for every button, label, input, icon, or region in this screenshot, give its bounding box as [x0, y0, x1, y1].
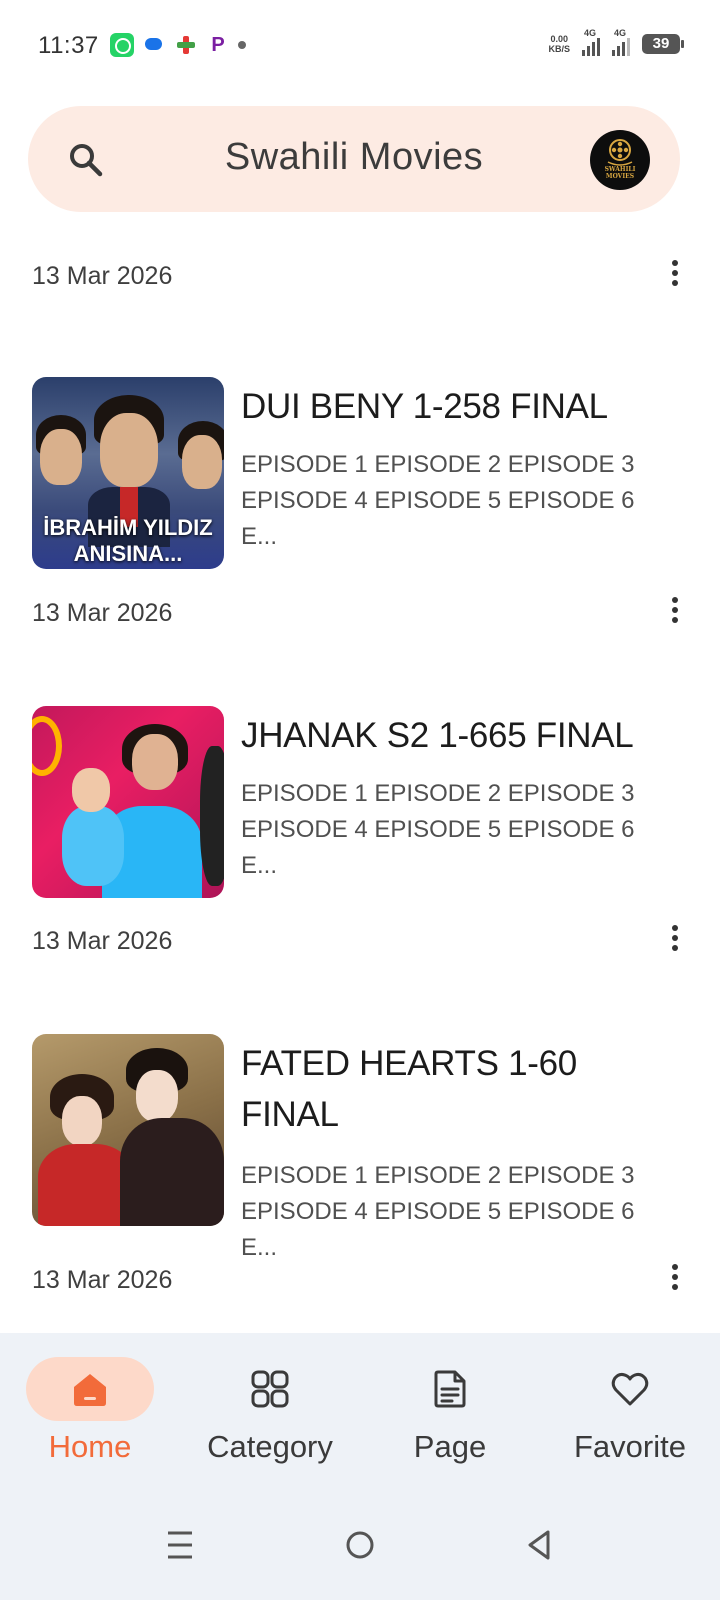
- post-description: EPISODE 1 EPISODE 2 EPISODE 3 EPISODE 4 …: [241, 451, 635, 550]
- system-navigation-bar: [0, 1495, 720, 1600]
- post-card[interactable]: İBRAHİM YILDIZ ANISINA... DUI BENY 1-258…: [32, 377, 692, 569]
- plus-app-icon: [174, 33, 198, 57]
- signal-icon: 4G: [582, 28, 600, 56]
- post-description: EPISODE 1 EPISODE 2 EPISODE 3 EPISODE 4 …: [241, 780, 635, 879]
- post-date: 13 Mar 2026: [32, 599, 173, 627]
- grid-icon: [251, 1370, 289, 1408]
- post-date: 13 Mar 2026: [32, 262, 173, 290]
- post-meta-row: 13 Mar 2026: [32, 921, 692, 961]
- post-thumbnail[interactable]: [32, 1034, 224, 1226]
- post-meta-row: 13 Mar 2026: [32, 256, 692, 296]
- thumbnail-caption: İBRAHİM YILDIZ ANISINA...: [43, 515, 213, 566]
- app-logo[interactable]: SWAHILI MOVIES: [590, 130, 650, 190]
- nav-item-page[interactable]: Page: [360, 1333, 540, 1495]
- signal-icon-2: 4G: [612, 28, 630, 56]
- post-card[interactable]: FATED HEARTS 1-60 FINAL EPISODE 1 EPISOD…: [32, 1034, 692, 1261]
- network-speed: 0.00 KB/S: [548, 34, 570, 54]
- nav-label: Home: [48, 1429, 132, 1464]
- logo-text: SWAHILI MOVIES: [604, 166, 636, 180]
- post-title[interactable]: FATED HEARTS 1-60 FINAL: [241, 1038, 661, 1140]
- notification-icons: P: [110, 33, 246, 57]
- nav-label: Page: [413, 1429, 487, 1464]
- post-title[interactable]: JHANAK S2 1-665 FINAL: [241, 710, 661, 761]
- post-thumbnail[interactable]: İBRAHİM YILDIZ ANISINA...: [32, 377, 224, 569]
- nav-item-home[interactable]: Home: [0, 1333, 180, 1495]
- more-notifications-icon: [238, 41, 246, 49]
- nav-item-favorite[interactable]: Favorite: [540, 1333, 720, 1495]
- nav-label: Favorite: [574, 1429, 686, 1464]
- post-thumbnail[interactable]: [32, 706, 224, 898]
- post-date: 13 Mar 2026: [32, 1266, 173, 1294]
- more-options-icon[interactable]: [670, 260, 680, 292]
- more-options-icon[interactable]: [670, 925, 680, 957]
- battery-icon: 39: [642, 34, 684, 54]
- messages-icon: [142, 33, 166, 57]
- post-card[interactable]: JHANAK S2 1-665 FINAL EPISODE 1 EPISODE …: [32, 706, 692, 898]
- menu-icon[interactable]: [160, 1525, 200, 1565]
- heart-icon: [611, 1372, 649, 1406]
- more-options-icon[interactable]: [670, 1264, 680, 1296]
- back-triangle-icon[interactable]: [520, 1525, 560, 1565]
- nav-item-category[interactable]: Category: [180, 1333, 360, 1495]
- search-bar[interactable]: Swahili Movies SWAHILI MOVIES: [28, 106, 680, 212]
- document-icon: [434, 1370, 466, 1408]
- post-meta-row: 13 Mar 2026: [32, 593, 692, 633]
- home-icon: [74, 1374, 106, 1406]
- post-date: 13 Mar 2026: [32, 927, 173, 955]
- status-time: 11:37: [38, 32, 99, 59]
- status-right: 0.00 KB/S 4G 4G 39: [548, 28, 684, 56]
- p-app-icon: P: [211, 34, 225, 56]
- film-reel-icon: [607, 139, 633, 166]
- nav-label: Category: [207, 1429, 333, 1464]
- status-bar: 11:37 P 0.00 KB/S 4G 4G 39: [0, 0, 720, 92]
- bottom-navigation: Home Category Page Favorite: [0, 1333, 720, 1495]
- post-description: EPISODE 1 EPISODE 2 EPISODE 3 EPISODE 4 …: [241, 1162, 635, 1261]
- more-options-icon[interactable]: [670, 597, 680, 629]
- post-meta-row: 13 Mar 2026: [32, 1260, 692, 1300]
- app-title: Swahili Movies: [224, 136, 484, 178]
- home-circle-icon[interactable]: [340, 1525, 380, 1565]
- post-title[interactable]: DUI BENY 1-258 FINAL: [241, 381, 661, 432]
- whatsapp-icon: [110, 33, 134, 57]
